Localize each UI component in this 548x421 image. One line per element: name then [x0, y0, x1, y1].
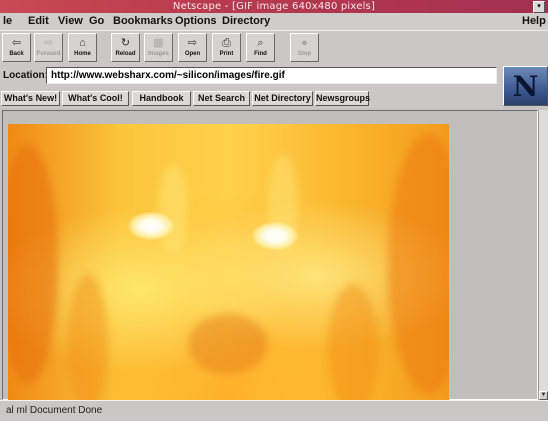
open-icon: ⇨	[187, 37, 198, 49]
reload-icon: ↻	[120, 37, 131, 49]
net-search-button[interactable]: Net Search	[193, 91, 250, 106]
forward-label: Forward	[36, 51, 61, 57]
window-title: Netscape - [GIF image 640x480 pixels]	[172, 1, 376, 12]
print-label: Print	[219, 51, 234, 57]
browser-window: Netscape - [GIF image 640x480 pixels] ▾ …	[0, 0, 548, 421]
stop-icon: ●	[301, 37, 308, 49]
home-label: Home	[74, 51, 91, 57]
home-icon: ⌂	[79, 37, 86, 49]
open-button[interactable]: ⇨ Open	[178, 33, 207, 62]
newsgroups-button[interactable]: Newsgroups	[315, 91, 370, 106]
stop-button[interactable]: ● Stop	[290, 33, 319, 62]
location-input[interactable]: http://www.websharx.com/~silicon/images/…	[46, 67, 497, 84]
menu-go[interactable]: Go	[89, 15, 104, 27]
find-label: Find	[254, 51, 267, 57]
find-button[interactable]: ⌕ Find	[246, 33, 275, 62]
net-directory-button[interactable]: Net Directory	[252, 91, 313, 106]
netscape-n-icon: N	[512, 70, 539, 103]
status-bar: al ml Document Done	[0, 400, 548, 421]
reload-label: Reload	[115, 51, 136, 57]
directory-buttons-bar: What's New! What's Cool! Handbook Net Se…	[0, 90, 503, 108]
whats-new-button[interactable]: What's New!	[1, 91, 60, 106]
binoculars-icon: ⌕	[257, 37, 264, 49]
glowing-eye-left	[128, 212, 174, 240]
images-label: Images	[148, 51, 169, 57]
location-bar: Location: http://www.websharx.com/~silic…	[0, 64, 548, 90]
back-button[interactable]: ⇦ Back	[2, 33, 31, 62]
menu-view[interactable]: View	[58, 15, 83, 27]
title-bar[interactable]: Netscape - [GIF image 640x480 pixels] ▾	[0, 0, 548, 13]
vertical-scrollbar[interactable]: ▼	[538, 110, 548, 400]
menu-directory[interactable]: Directory	[222, 15, 270, 27]
print-button[interactable]: ⎙ Print	[212, 33, 241, 62]
toolbar: ⇦ Back ⇨ Forward ⌂ Home ↻ Reload ▦ Image…	[0, 30, 548, 65]
menu-bookmarks[interactable]: Bookmarks	[113, 15, 173, 27]
open-label: Open	[184, 51, 201, 57]
scroll-arrow-icon[interactable]: ▾	[533, 1, 545, 13]
images-button[interactable]: ▦ Images	[144, 33, 173, 62]
location-label: Location:	[3, 70, 48, 81]
stop-label: Stop	[297, 51, 312, 57]
glowing-eye-right	[252, 222, 298, 250]
menu-file[interactable]: le	[3, 15, 12, 27]
back-arrow-icon: ⇦	[11, 37, 22, 49]
handbook-button[interactable]: Handbook	[132, 91, 191, 106]
status-text: al ml Document Done	[6, 405, 103, 416]
menu-bar: le Edit View Go Bookmarks Options Direct…	[0, 13, 548, 30]
scroll-down-arrow-icon[interactable]: ▼	[539, 391, 548, 400]
forward-arrow-icon: ⇨	[43, 37, 54, 49]
menu-options[interactable]: Options	[175, 15, 217, 27]
forward-button[interactable]: ⇨ Forward	[34, 33, 63, 62]
fire-gif-image	[8, 124, 449, 400]
netscape-logo[interactable]: N	[503, 66, 548, 106]
whats-cool-button[interactable]: What's Cool!	[62, 91, 129, 106]
menu-edit[interactable]: Edit	[28, 15, 49, 27]
home-button[interactable]: ⌂ Home	[68, 33, 97, 62]
printer-icon: ⎙	[222, 37, 231, 49]
reload-button[interactable]: ↻ Reload	[111, 33, 140, 62]
back-label: Back	[9, 51, 24, 57]
menu-help[interactable]: Help	[522, 15, 546, 27]
images-icon: ▦	[153, 37, 164, 49]
